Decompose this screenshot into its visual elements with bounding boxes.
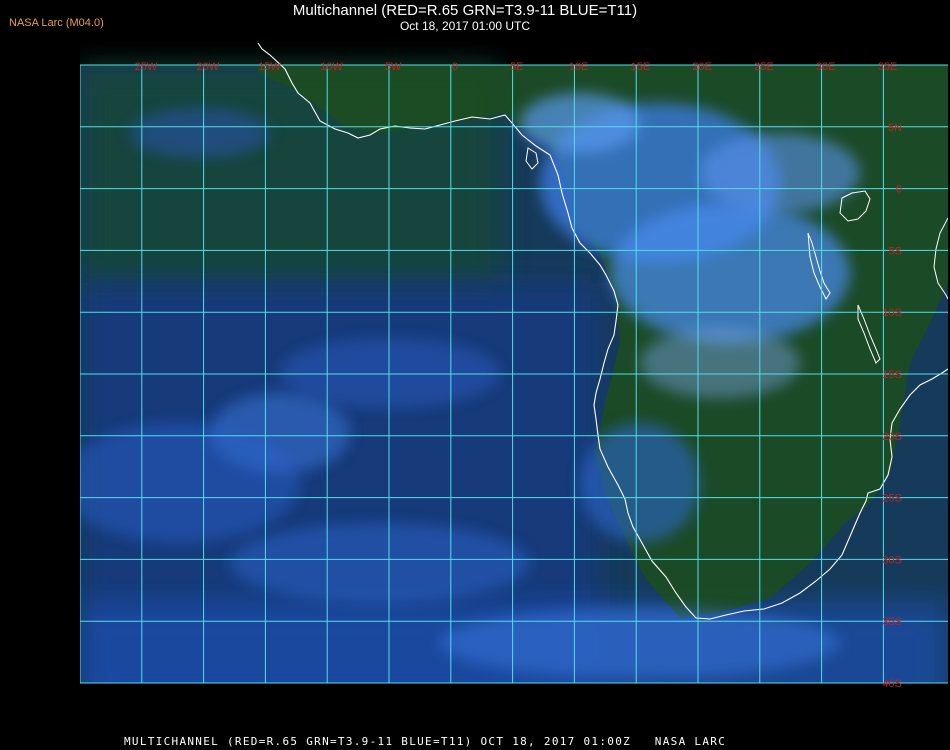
- longitude-label: 15W: [258, 61, 281, 73]
- longitude-label: 35E: [878, 61, 898, 73]
- satellite-map: 25W 20W 15W 10W 5W 0 5E 10E 15E 20E 25E 30E 35E 5N 0 5…: [80, 43, 948, 727]
- longitude-label: 20E: [692, 61, 712, 73]
- latitude-label: 0: [896, 184, 902, 196]
- image-title: Multichannel (RED=R.65 GRN=T3.9-11 BLUE=…: [292, 2, 638, 19]
- latitude-label: 25S: [882, 493, 902, 505]
- latitude-label: 40S: [882, 678, 902, 690]
- longitude-label: 5E: [510, 61, 523, 73]
- longitude-label: 15E: [631, 61, 651, 73]
- longitude-label: 10W: [320, 61, 343, 73]
- image-timestamp: Oct 18, 2017 01:00 UTC: [399, 19, 531, 33]
- longitude-label: 20W: [196, 61, 219, 73]
- latitude-label: 35S: [882, 616, 902, 628]
- latitude-label: 20S: [882, 431, 902, 443]
- latitude-label: 5S: [889, 245, 902, 257]
- latitude-label: 10S: [882, 307, 902, 319]
- longitude-label: 30E: [816, 61, 836, 73]
- longitude-label: 25E: [754, 61, 774, 73]
- footer-caption: MULTICHANNEL (RED=R.65 GRN=T3.9-11 BLUE=…: [124, 735, 727, 748]
- longitude-label: 0: [452, 61, 458, 73]
- longitude-label: 10E: [569, 61, 589, 73]
- imagery-layer: [80, 65, 948, 727]
- latitude-label: 5N: [888, 122, 902, 134]
- nasa-larc-logo: NASA Larc (M04.0): [9, 17, 104, 29]
- latitude-label: 15S: [882, 369, 902, 381]
- latitude-label: 30S: [882, 554, 902, 566]
- longitude-label: 5W: [385, 61, 402, 73]
- no-data-band-bottom: [80, 683, 948, 727]
- longitude-label: 25W: [135, 61, 158, 73]
